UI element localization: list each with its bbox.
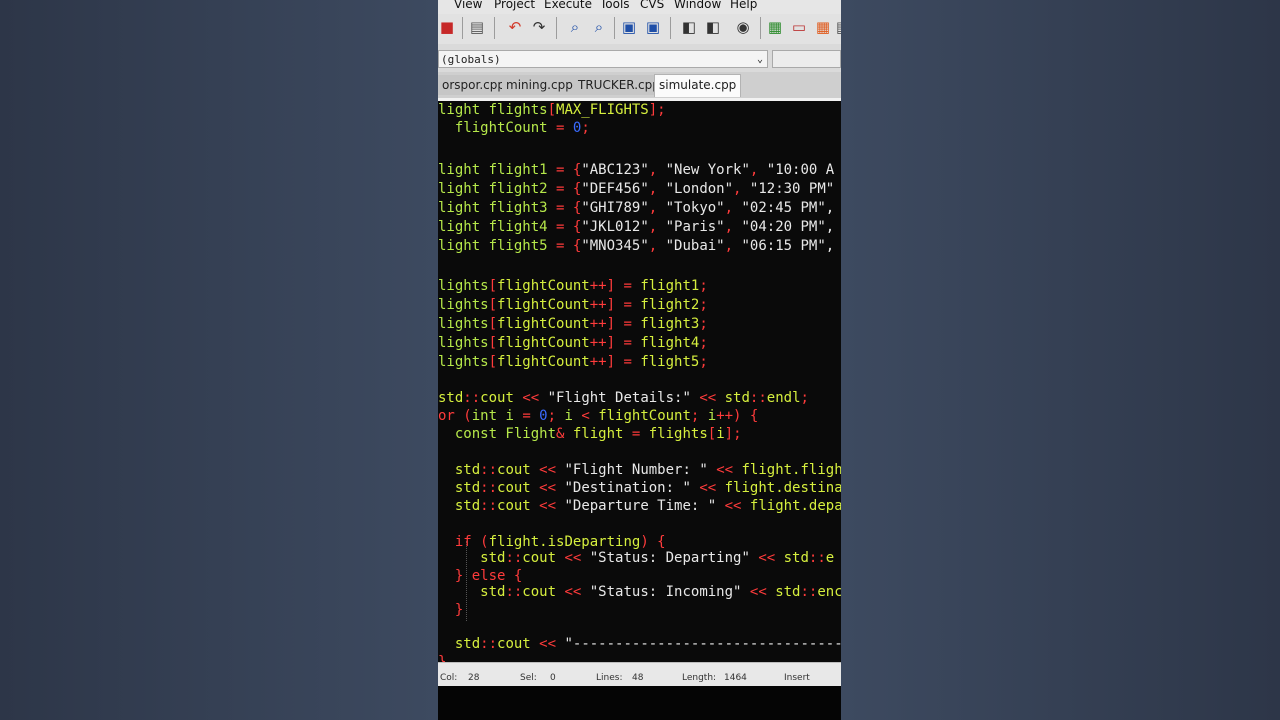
goto-line-icon[interactable]: ▣ [644, 18, 662, 36]
screen-bezel [438, 686, 841, 720]
toolbar-separator [670, 17, 671, 39]
code-line: std::cout << "Destination: " << flight.d… [438, 480, 841, 496]
code-line: std::cout << "Status: Departing" << std:… [438, 550, 835, 566]
code-line: light flight4 = {"JKL012", "Paris", "04:… [438, 219, 835, 235]
background-right [841, 0, 1280, 720]
menu-project[interactable]: Project [494, 0, 535, 11]
symbol-select[interactable] [772, 50, 841, 68]
code-line: std::cout << "Departure Time: " << fligh… [438, 498, 841, 514]
code-line: light flight5 = {"MNO345", "Dubai", "06:… [438, 238, 835, 254]
code-line: lights[flightCount++] = flight4; [438, 335, 708, 351]
background-left [0, 0, 438, 720]
code-line: const Flight& flight = flights[i]; [438, 426, 742, 442]
code-line: lights[flightCount++] = flight2; [438, 297, 708, 313]
code-line: } [438, 654, 447, 662]
toolbar-separator [760, 17, 761, 39]
new-file-icon[interactable]: ◧ [704, 18, 722, 36]
toolbar-separator [614, 17, 615, 39]
status-lines-value: 48 [632, 673, 644, 683]
status-col-value: 28 [468, 673, 480, 683]
replace-icon[interactable]: ⌕ [590, 18, 608, 36]
find-icon[interactable]: ⌕ [566, 18, 584, 36]
code-editor[interactable]: light flights[MAX_FLIGHTS]; flightCount … [438, 101, 841, 662]
code-line: light flight2 = {"DEF456", "London", "12… [438, 181, 835, 197]
debug-icon[interactable]: ◉ [734, 18, 752, 36]
scope-bar: (globals) ⌄ [438, 44, 841, 72]
code-line: std::cout << "Status: Incoming" << std::… [438, 584, 841, 600]
status-bar: Col: 28 Sel: 0 Lines: 48 Length: 1464 In… [438, 662, 841, 687]
code-line: light flight1 = {"ABC123", "New York", "… [438, 162, 835, 178]
code-line: flightCount = 0; [438, 120, 590, 136]
code-line: lights[flightCount++] = flight5; [438, 354, 708, 370]
code-line: std::cout << "--------------------------… [438, 636, 841, 652]
redo-icon[interactable]: ↷ [530, 18, 548, 36]
compile-run-icon[interactable]: ▦ [814, 18, 832, 36]
compile-icon[interactable]: ▦ [766, 18, 784, 36]
close-project-icon[interactable]: ■ [438, 18, 456, 36]
toolbar: ■ ▤ ↶ ↷ ⌕ ⌕ ▣ ▣ ◧ ◧ ◉ ▦ ▭ ▦ ▤ [438, 14, 841, 45]
toolbar-separator [556, 17, 557, 39]
status-sel-value: 0 [550, 673, 556, 683]
bookmark-icon[interactable]: ▣ [620, 18, 638, 36]
menu-window[interactable]: Window [674, 0, 721, 11]
code-line: light flight3 = {"GHI789", "Tokyo", "02:… [438, 200, 835, 216]
chevron-down-icon: ⌄ [756, 54, 763, 65]
code-line: light flights[MAX_FLIGHTS]; [438, 102, 666, 118]
status-lines-label: Lines: [596, 673, 623, 683]
code-line: } [438, 602, 464, 618]
scope-select-value: (globals) [441, 53, 501, 66]
code-line: lights[flightCount++] = flight1; [438, 278, 708, 294]
menu-execute[interactable]: Execute [544, 0, 592, 11]
tab-simulate[interactable]: simulate.cpp [654, 74, 742, 97]
toolbar-separator [494, 17, 495, 39]
code-line: std::cout << "Flight Details:" << std::e… [438, 390, 809, 406]
file-tab-bar: orspor.cpp mining.cpp TRUCKER.cpp simula… [438, 72, 841, 101]
rebuild-icon[interactable]: ▤ [834, 18, 841, 36]
code-line: std::cout << "Flight Number: " << flight… [438, 462, 841, 478]
status-length-label: Length: [682, 673, 717, 683]
menu-tools[interactable]: Tools [600, 0, 630, 11]
code-line: or (int i = 0; i < flightCount; i++) { [438, 408, 759, 424]
status-mode: Insert [784, 673, 810, 683]
menu-view[interactable]: View [454, 0, 482, 11]
tab-trucker[interactable]: TRUCKER.cpp [574, 75, 665, 95]
undo-icon[interactable]: ↶ [506, 18, 524, 36]
ide-window: View Project Execute Tools CVS Window He… [438, 0, 841, 720]
code-line: lights[flightCount++] = flight3; [438, 316, 708, 332]
menu-cvs[interactable]: CVS [640, 0, 664, 11]
new-class-icon[interactable]: ◧ [680, 18, 698, 36]
menu-help[interactable]: Help [730, 0, 757, 11]
tab-orspor[interactable]: orspor.cpp [438, 75, 510, 95]
tab-mining[interactable]: mining.cpp [502, 75, 578, 95]
run-icon[interactable]: ▭ [790, 18, 808, 36]
status-sel-label: Sel: [520, 673, 537, 683]
menu-bar: View Project Execute Tools CVS Window He… [438, 0, 841, 14]
scope-select[interactable]: (globals) ⌄ [438, 50, 768, 68]
status-length-value: 1464 [724, 673, 747, 683]
print-icon[interactable]: ▤ [468, 18, 486, 36]
status-col-label: Col: [440, 673, 458, 683]
toolbar-separator [462, 17, 463, 39]
